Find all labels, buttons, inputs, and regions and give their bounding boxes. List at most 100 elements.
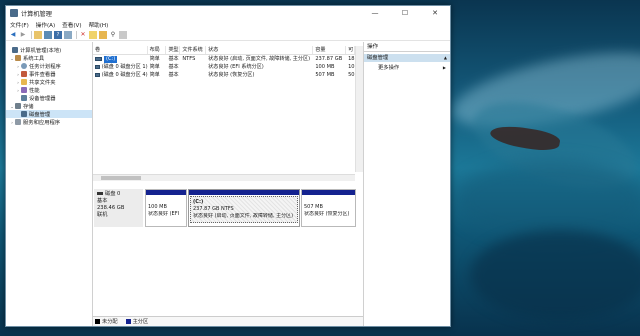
volume-list-vertical-scrollbar[interactable] — [355, 46, 363, 172]
show-hide-tree-icon[interactable] — [64, 31, 72, 39]
column-header-filesystem[interactable]: 文件系统 — [180, 46, 207, 54]
tree-label: 存储 — [23, 104, 34, 110]
check-icon[interactable] — [89, 31, 97, 39]
more-actions-item[interactable]: 更多操作 ▶ — [364, 64, 450, 72]
tree-item-performance[interactable]: › 性能 — [6, 86, 92, 94]
type-cell: 基本 — [168, 72, 179, 78]
table-row[interactable]: (磁盘 0 磁盘分区 4) 简单 基本 状态良好 (恢复分区) 507 MB 5… — [93, 71, 355, 79]
column-header-capacity[interactable]: 容量 — [313, 46, 347, 54]
tree-item-disk-management[interactable]: 磁盘管理 — [6, 110, 92, 118]
tree-label: 性能 — [29, 88, 40, 94]
partition-recovery[interactable]: 507 MB 状态良好 (恢复分区) — [301, 189, 356, 227]
legend-swatch-primary — [125, 319, 131, 324]
tree-label: 设备管理器 — [29, 96, 56, 102]
tree-item-storage[interactable]: ⌄ 存储 — [6, 102, 92, 110]
folder-icon[interactable] — [99, 31, 107, 39]
partition-c[interactable]: (C:) 237.87 GB NTFS 状态良好 (启动, 页面文件, 故障转储… — [188, 189, 300, 227]
partition-efi[interactable]: 100 MB 状态良好 (EFI — [145, 189, 187, 227]
tree-item-services-apps[interactable]: › 服务和应用程序 — [6, 118, 92, 126]
free-cell: 50 — [348, 72, 355, 78]
partition-size: 237.87 GB NTFS — [193, 206, 234, 212]
help-icon[interactable]: ? — [54, 31, 62, 39]
legend-swatch-unallocated — [95, 319, 100, 324]
column-header-layout[interactable]: 布局 — [148, 46, 167, 54]
scrollbar-thumb[interactable] — [101, 176, 141, 180]
volume-name: (C:) — [104, 55, 118, 63]
tree-item-task-scheduler[interactable]: › 任务计划程序 — [6, 62, 92, 70]
actions-pane: 操作 磁盘管理 ▲ 更多操作 ▶ — [364, 42, 450, 326]
capacity-cell: 507 MB — [315, 72, 335, 78]
actions-section-disk-management[interactable]: 磁盘管理 ▲ — [364, 54, 450, 62]
tree-item-system-tools[interactable]: ⌄ 系统工具 — [6, 54, 92, 62]
layout-cell: 简单 — [149, 72, 160, 78]
menu-action[interactable]: 操作(A) — [36, 21, 55, 29]
filesystem-cell: NTFS — [182, 56, 196, 62]
disk-management-icon — [21, 111, 27, 117]
partition-legend: 未分配 主分区 — [93, 316, 363, 326]
minimize-button[interactable]: — — [360, 6, 390, 20]
event-viewer-icon — [21, 71, 27, 77]
partition-status: 状态良好 (启动, 页面文件, 故障转储, 主分区) — [193, 213, 294, 219]
tree-item-shared-folders[interactable]: › 共享文件夹 — [6, 78, 92, 86]
volume-name: (磁盘 0 磁盘分区 4) — [101, 72, 148, 78]
column-header-free[interactable]: 可 — [346, 46, 356, 54]
tree-label: 磁盘管理 — [29, 112, 51, 118]
tree-item-device-manager[interactable]: 设备管理器 — [6, 94, 92, 102]
main-content: 计算机管理(本地) ⌄ 系统工具 › 任务计划程序 › 事件查看器 › 共享文件… — [6, 42, 450, 326]
column-header-type[interactable]: 类型 — [166, 46, 181, 54]
wallpaper-wave — [470, 230, 640, 320]
volume-icon — [95, 57, 102, 61]
maximize-button[interactable]: ☐ — [390, 6, 420, 20]
column-header-status[interactable]: 状态 — [206, 46, 314, 54]
toolbar: ◀ ▶ ? ✕ ⚲ — [6, 30, 450, 41]
tree-label: 计算机管理(本地) — [20, 48, 62, 54]
computer-management-icon — [10, 9, 18, 17]
filesystem-cell — [180, 71, 206, 79]
volume-icon — [95, 65, 100, 69]
disk-management-pane: 卷 布局 类型 文件系统 状态 容量 可 (C:) 简单 基本 NTFS 状态良… — [93, 42, 364, 326]
status-cell: 状态良好 (恢复分区) — [208, 72, 255, 78]
status-cell: 状态良好 (启动, 页面文件, 故障转储, 主分区) — [208, 56, 311, 62]
computer-icon — [12, 47, 18, 53]
legend-label-unallocated: 未分配 — [102, 319, 118, 325]
type-cell: 基本 — [168, 64, 179, 70]
volume-cell: (C:) — [93, 55, 148, 63]
delete-icon[interactable]: ✕ — [79, 31, 87, 39]
volume-icon — [95, 73, 100, 77]
tree-item-event-viewer[interactable]: › 事件查看器 — [6, 70, 92, 78]
navigation-tree: 计算机管理(本地) ⌄ 系统工具 › 任务计划程序 › 事件查看器 › 共享文件… — [6, 42, 93, 326]
search-icon[interactable]: ⚲ — [109, 31, 117, 39]
tree-label: 服务和应用程序 — [23, 120, 61, 126]
menu-view[interactable]: 查看(V) — [62, 21, 81, 29]
shared-folder-icon — [21, 79, 27, 85]
disk-info[interactable]: 磁盘 0 基本 238.46 GB 联机 — [94, 189, 143, 227]
tree-label: 事件查看器 — [29, 72, 56, 78]
volume-cell: (磁盘 0 磁盘分区 1) — [93, 63, 148, 71]
export-icon[interactable] — [119, 31, 127, 39]
table-row[interactable]: (磁盘 0 磁盘分区 1) 简单 基本 状态良好 (EFI 系统分区) 100 … — [93, 63, 355, 71]
column-header-volume[interactable]: 卷 — [93, 46, 148, 54]
menu-file[interactable]: 文件(F) — [10, 21, 29, 29]
partition-status: 状态良好 (EFI — [148, 211, 180, 217]
toolbar-separator — [76, 31, 77, 39]
storage-icon — [15, 103, 21, 109]
volume-list-header: 卷 布局 类型 文件系统 状态 容量 可 — [93, 46, 356, 55]
volume-list-horizontal-scrollbar[interactable] — [93, 174, 355, 181]
tree-root[interactable]: 计算机管理(本地) — [6, 46, 92, 54]
free-cell: 10 — [348, 64, 355, 70]
title-bar[interactable]: 计算机管理 — ☐ ✕ — [6, 6, 450, 20]
properties-icon[interactable] — [44, 31, 52, 39]
menu-help[interactable]: 帮助(H) — [89, 21, 109, 29]
back-icon[interactable]: ◀ — [9, 31, 17, 39]
free-cell: 18 — [348, 56, 355, 62]
partition-name: (C:) — [193, 199, 204, 205]
actions-section-label: 磁盘管理 — [367, 55, 389, 61]
performance-icon — [21, 87, 27, 93]
table-row[interactable]: (C:) 简单 基本 NTFS 状态良好 (启动, 页面文件, 故障转储, 主分… — [93, 55, 355, 63]
up-folder-icon[interactable] — [34, 31, 42, 39]
legend-label-primary: 主分区 — [132, 319, 149, 325]
forward-icon[interactable]: ▶ — [19, 31, 27, 39]
disk-size: 238.46 GB — [97, 205, 125, 211]
partition-size: 507 MB — [304, 204, 323, 210]
close-button[interactable]: ✕ — [420, 6, 450, 20]
